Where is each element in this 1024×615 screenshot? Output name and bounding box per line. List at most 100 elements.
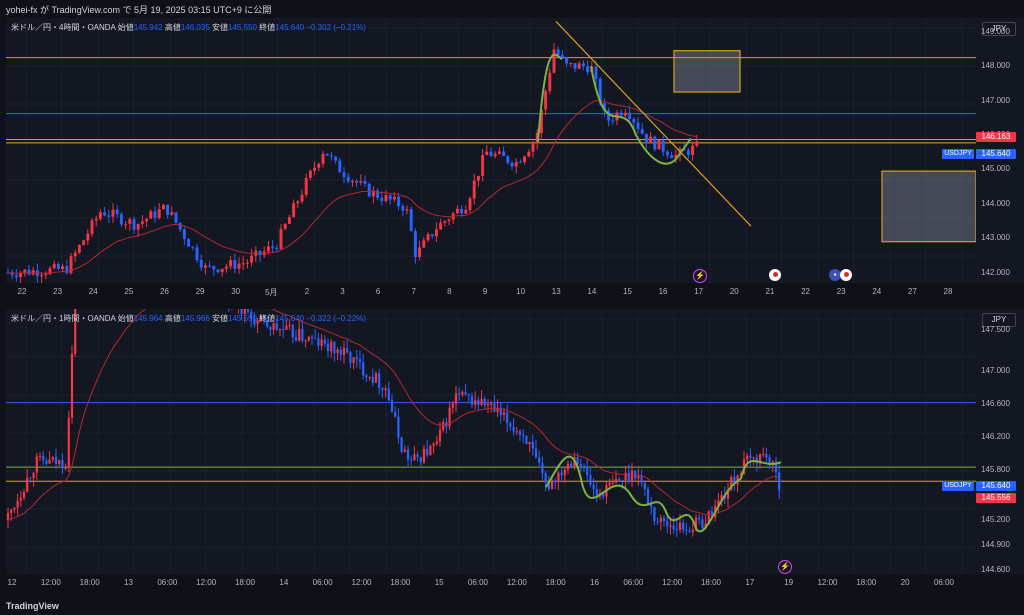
candle-body xyxy=(665,151,669,156)
candle-body xyxy=(371,376,374,383)
candle-body xyxy=(45,460,48,464)
time-tick-label: 7 xyxy=(411,287,416,296)
candle-body xyxy=(285,325,288,330)
candle-body xyxy=(283,224,287,229)
time-tick-label: 26 xyxy=(160,287,169,296)
chart-panel-1h[interactable]: 米ドル／円・1時間・OANDA 始値145.964 高値145.966 安値14… xyxy=(6,309,976,574)
candle-body xyxy=(502,151,506,157)
candle-body xyxy=(650,504,653,508)
candle-body xyxy=(675,529,678,531)
candle-body xyxy=(355,181,359,183)
candle-body xyxy=(390,400,394,413)
chart-panel-4h[interactable]: 米ドル／円・4時間・OANDA 始値145.942 高値146.035 安値14… xyxy=(6,18,976,283)
jp-flag-icon[interactable] xyxy=(769,269,781,281)
candle-body xyxy=(422,448,426,463)
time-tick-label: 27 xyxy=(907,287,917,296)
candle-body xyxy=(426,234,430,241)
candle-body xyxy=(749,455,752,458)
chart-canvas-4h[interactable] xyxy=(6,18,976,283)
candle-body xyxy=(554,480,557,483)
price-tag-ma: 145.556 xyxy=(976,493,1016,503)
candle-body xyxy=(619,112,623,116)
candle-body xyxy=(646,489,650,505)
candle-body xyxy=(308,170,312,178)
candle-body xyxy=(128,219,132,224)
time-tick-label: 6 xyxy=(375,287,381,296)
jp-flag-icon[interactable] xyxy=(840,269,852,281)
candle-body xyxy=(523,156,527,163)
candle-body xyxy=(26,477,29,492)
candle-body xyxy=(413,454,416,461)
chart-canvas-1h[interactable] xyxy=(6,309,976,574)
time-tick-label: 12:00 xyxy=(351,578,372,587)
candle-body xyxy=(325,153,329,156)
price-tick-label: 143.000 xyxy=(981,233,1010,243)
candle-body xyxy=(541,462,544,474)
candle-body xyxy=(241,263,245,265)
candle-body xyxy=(314,338,317,340)
candle-body xyxy=(216,269,220,273)
time-tick-label: 19 xyxy=(784,578,794,587)
candle-body xyxy=(401,206,405,211)
candle-body xyxy=(86,233,90,241)
flash-icon[interactable]: ⚡ xyxy=(778,560,792,574)
candle-body xyxy=(195,247,199,261)
candle-body xyxy=(490,403,493,405)
candle-body xyxy=(170,212,174,215)
candle-body xyxy=(685,529,688,531)
candle-body xyxy=(301,328,304,341)
time-tick-label: 18:00 xyxy=(234,578,256,587)
candle-body xyxy=(94,218,98,221)
candle-body xyxy=(355,357,358,360)
candle-body xyxy=(573,63,577,69)
time-axis-4h[interactable]: 22 23 24 25 26 29 30 5月 2 3 6 7 8 9 10 13 14 15 16 17 20 21 22… xyxy=(0,285,1024,299)
candle-body xyxy=(19,497,22,501)
candle-body xyxy=(531,441,534,449)
candle-body xyxy=(566,463,570,470)
flash-icon[interactable]: ⚡ xyxy=(693,269,707,283)
candle-body xyxy=(149,211,153,219)
price-tick-label: 144.600 xyxy=(981,564,1010,574)
candle-body xyxy=(493,153,497,157)
time-tick-label: 8 xyxy=(447,287,452,296)
candle-body xyxy=(418,247,422,257)
price-tick-label: 148.000 xyxy=(981,61,1010,71)
time-tick-label: 2 xyxy=(304,287,310,296)
price-tag-current: 145.640 xyxy=(976,481,1016,491)
candle-body xyxy=(632,119,636,123)
zone-box xyxy=(673,50,741,93)
time-tick-label: 12:00 xyxy=(196,578,217,587)
candle-body xyxy=(470,395,474,405)
candle-body xyxy=(485,151,489,156)
candle-body xyxy=(380,197,384,201)
candle-body xyxy=(630,470,634,482)
price-tag-current: 145.640 xyxy=(976,149,1016,159)
time-tick-label: 15 xyxy=(623,287,632,296)
candle-body xyxy=(48,459,51,464)
candle-body xyxy=(460,208,464,214)
candle-body xyxy=(294,337,298,341)
candle-body xyxy=(58,459,61,464)
time-tick-label: 13 xyxy=(551,287,561,296)
candle-body xyxy=(614,478,618,483)
candle-body xyxy=(346,347,349,353)
time-axis-1h[interactable]: 12 12:00 18:00 13 06:00 12:00 18:00 14 06:00 12:0… xyxy=(0,576,1024,590)
price-axis-1h[interactable]: JPY 147.500 147.000 146.600 146.200 145.800 1… xyxy=(976,309,1024,574)
candle-body xyxy=(378,373,381,388)
candle-body xyxy=(565,57,569,64)
candle-body xyxy=(136,223,140,230)
candle-body xyxy=(61,266,65,270)
time-tick-label: 12:00 xyxy=(40,578,61,587)
price-axis-4h[interactable]: JPY 149.000148.000147.000146.000145.0001… xyxy=(976,18,1024,283)
candle-body xyxy=(586,66,590,73)
candle-body xyxy=(528,441,531,445)
candle-body xyxy=(531,143,535,152)
candle-body xyxy=(70,353,74,418)
candle-body xyxy=(506,156,510,163)
candle-body xyxy=(397,416,400,438)
candle-body xyxy=(298,328,301,341)
candle-body xyxy=(669,525,672,527)
zone-box xyxy=(881,170,976,243)
candle-body xyxy=(349,352,352,363)
candle-body xyxy=(581,63,585,67)
